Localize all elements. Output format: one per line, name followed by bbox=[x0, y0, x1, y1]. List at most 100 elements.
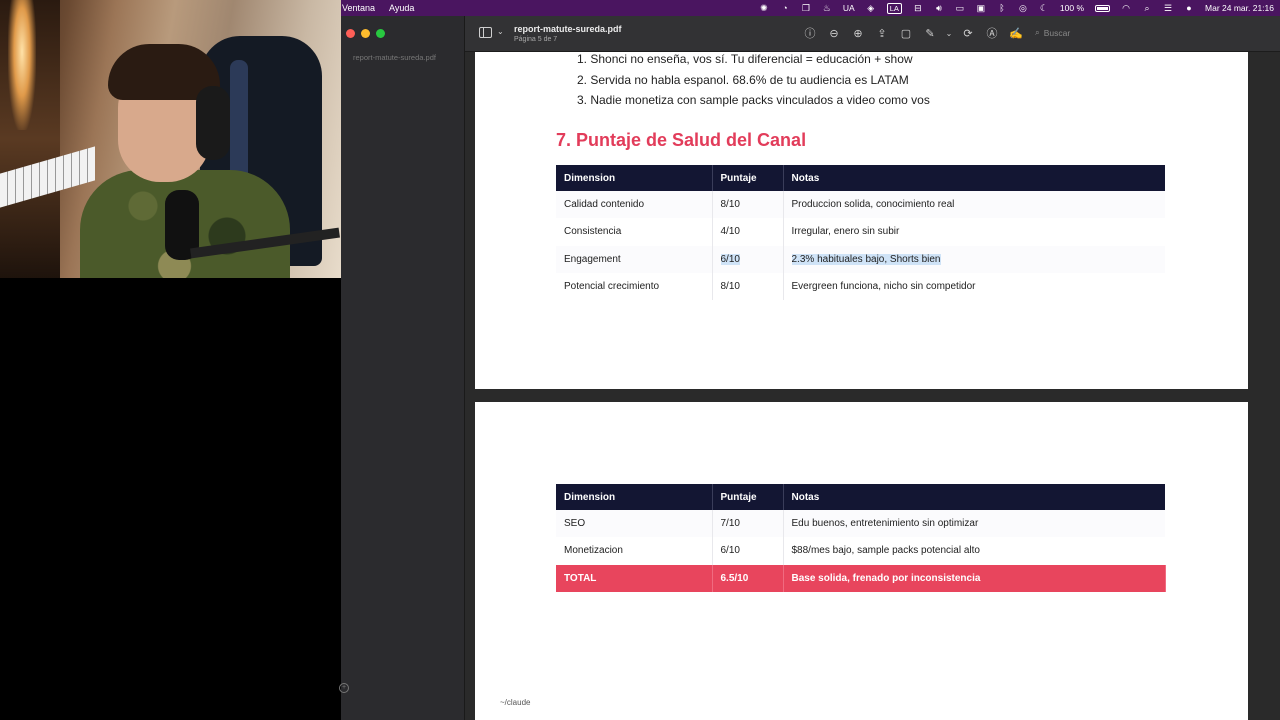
pdf-page-6: Dimension Puntaje Notas SEO 7/10 Edu bue… bbox=[475, 402, 1248, 720]
webcam-headphones bbox=[196, 86, 230, 160]
zoom-out-icon[interactable]: ⊖ bbox=[822, 24, 846, 44]
document-title: report-matute-sureda.pdf bbox=[514, 24, 622, 34]
menu-ventana[interactable]: Ventana bbox=[341, 3, 382, 13]
sidebar-toggle-icon[interactable] bbox=[479, 27, 492, 38]
numbered-list: 1. Shonci no enseña, vos sí. Tu diferenc… bbox=[577, 52, 930, 111]
section-heading: 7. Puntaje de Salud del Canal bbox=[556, 130, 807, 150]
table-cell: 2.3% habituales bajo, Shorts bien bbox=[783, 245, 1165, 273]
document-area[interactable]: 1. Shonci no enseña, vos sí. Tu diferenc… bbox=[465, 52, 1280, 720]
table-header: Dimension bbox=[556, 484, 713, 510]
table-cell: 4/10 bbox=[712, 218, 784, 246]
table-row: Monetizacion 6/10 $88/mes bajo, sample p… bbox=[556, 537, 1165, 565]
table-header-row: Dimension Puntaje Notas bbox=[556, 165, 1165, 191]
table-cell: 6/10 bbox=[712, 245, 784, 273]
sidebar-document-label[interactable]: report-matute-sureda.pdf bbox=[353, 53, 436, 62]
total-row: TOTAL 6.5/10 Base solida, frenado por in… bbox=[556, 564, 1166, 592]
list-item: 3. Nadie monetiza con sample packs vincu… bbox=[577, 93, 930, 107]
menu-bar-status: ✺ ◔ ❐ ♨ UA ◈ LA ⊟ 🔊︎ ▭ ▣ ᛒ ◎ ☾ 100 % ◠ ⌕… bbox=[759, 0, 1274, 16]
markup-icon[interactable]: ✎ bbox=[918, 24, 942, 44]
table-cell: $88/mes bajo, sample packs potencial alt… bbox=[791, 545, 980, 557]
table-cell: TOTAL bbox=[556, 564, 713, 592]
minimize-window-button[interactable] bbox=[361, 29, 370, 38]
share-icon[interactable]: ⇪ bbox=[870, 24, 894, 44]
table-header: Notas bbox=[783, 484, 1165, 510]
table-header: Dimension bbox=[556, 165, 713, 191]
table-cell: Monetizacion bbox=[556, 537, 713, 565]
menu-ayuda[interactable]: Ayuda bbox=[388, 3, 421, 13]
markup-chevron-icon[interactable]: ⌄ bbox=[942, 24, 956, 44]
table-cell: Engagement bbox=[556, 245, 713, 273]
table-cell: Produccion solida, conocimiento real bbox=[783, 191, 1165, 219]
brightness-icon[interactable]: ✺ bbox=[759, 3, 769, 14]
page-indicator: Página 5 de 7 bbox=[514, 36, 558, 43]
preview-window: report-matute-sureda.pdf + ⌄ report-matu… bbox=[339, 16, 1280, 720]
zoom-in-icon[interactable]: ⊕ bbox=[846, 24, 870, 44]
notch-icon[interactable]: ◔ bbox=[780, 3, 790, 13]
table-row: Calidad contenido 8/10 Produccion solida… bbox=[556, 191, 1165, 219]
display-icon[interactable]: ▣ bbox=[976, 3, 986, 14]
input-source-label[interactable]: UA bbox=[843, 3, 855, 13]
table-row: Potencial crecimiento 8/10 Evergreen fun… bbox=[556, 272, 1165, 301]
highlight-icon[interactable]: ▢ bbox=[894, 24, 918, 44]
chevron-down-icon[interactable]: ⌄ bbox=[497, 27, 504, 36]
table-cell: 6/10 bbox=[712, 537, 784, 565]
table-row: Engagement 6/10 2.3% habituales bajo, Sh… bbox=[556, 245, 1165, 273]
table-header: Puntaje bbox=[712, 484, 784, 510]
table-cell: Edu buenos, entretenimiento sin optimiza… bbox=[783, 510, 1165, 538]
search-field[interactable]: ⌕ Buscar bbox=[1035, 27, 1070, 38]
moon-icon[interactable]: ☾ bbox=[1039, 3, 1049, 14]
webcam-overlay bbox=[0, 0, 341, 278]
table-header: Puntaje bbox=[712, 165, 784, 191]
volume-icon[interactable]: 🔊︎ bbox=[934, 3, 944, 14]
table-cell: SEO bbox=[556, 510, 713, 538]
bluetooth-icon[interactable]: ᛒ bbox=[997, 3, 1007, 13]
list-item: 1. Shonci no enseña, vos sí. Tu diferenc… bbox=[577, 52, 913, 66]
table-row: SEO 7/10 Edu buenos, entretenimiento sin… bbox=[556, 510, 1165, 538]
table-cell: Consistencia bbox=[556, 218, 713, 246]
wifi-icon[interactable]: ◠ bbox=[1121, 3, 1131, 14]
info-icon[interactable]: ⓘ bbox=[798, 24, 822, 44]
table-cell: 6.5/10 bbox=[712, 564, 784, 592]
thumbnail-sidebar: report-matute-sureda.pdf + bbox=[339, 16, 465, 720]
terminal-path-hint: ~/claude bbox=[500, 698, 531, 707]
flame-icon[interactable]: ♨ bbox=[822, 3, 832, 14]
battery-icon[interactable] bbox=[1095, 4, 1111, 12]
table-cell: Base solida, frenado por inconsistencia bbox=[783, 564, 1166, 592]
menu-bar-clock[interactable]: Mar 24 mar. 21:16 bbox=[1205, 3, 1274, 13]
table-cell: Potencial crecimiento bbox=[556, 272, 713, 301]
selected-text[interactable]: 6/10 bbox=[720, 253, 740, 265]
table-cell: 8/10 bbox=[712, 191, 784, 219]
close-window-button[interactable] bbox=[346, 29, 355, 38]
zoom-window-button[interactable] bbox=[376, 29, 385, 38]
table-header: Notas bbox=[783, 165, 1165, 191]
rotate-icon[interactable]: ⟳ bbox=[956, 24, 980, 44]
control-center-icon[interactable]: ☰ bbox=[1163, 3, 1173, 14]
window-controls bbox=[346, 29, 385, 38]
clipboard-icon[interactable]: ❐ bbox=[801, 3, 811, 14]
vpn-icon[interactable]: ◈ bbox=[866, 3, 876, 14]
siri-icon[interactable]: ● bbox=[1184, 3, 1194, 13]
signature-icon[interactable]: ✍ bbox=[1004, 24, 1028, 44]
table-cell: 8/10 bbox=[712, 272, 784, 301]
window-icon[interactable]: ▭ bbox=[955, 3, 965, 14]
battery-percent[interactable]: 100 % bbox=[1060, 3, 1084, 13]
menu-bar: Ventana Ayuda ✺ ◔ ❐ ♨ UA ◈ LA ⊟ 🔊︎ ▭ ▣ ᛒ… bbox=[341, 0, 1280, 16]
toolbar: ⌄ report-matute-sureda.pdf Página 5 de 7… bbox=[465, 16, 1280, 52]
keyboard-layout-badge[interactable]: LA bbox=[886, 2, 902, 14]
airdrop-icon[interactable]: ◎ bbox=[1018, 3, 1028, 14]
pdf-page-5: 1. Shonci no enseña, vos sí. Tu diferenc… bbox=[475, 52, 1248, 389]
lock-icon[interactable]: ⊟ bbox=[913, 3, 923, 14]
health-score-table-continued: Dimension Puntaje Notas SEO 7/10 Edu bue… bbox=[556, 484, 1166, 592]
annotate-icon[interactable]: Ⓐ bbox=[980, 24, 1004, 44]
health-score-table: Dimension Puntaje Notas Calidad contenid… bbox=[556, 165, 1165, 301]
selected-text[interactable]: 2.3% habituales bajo, Shorts bien bbox=[791, 253, 941, 265]
search-icon: ⌕ bbox=[1035, 27, 1040, 37]
webcam-lamp bbox=[8, 0, 36, 130]
toolbar-tools: ⓘ ⊖ ⊕ ⇪ ▢ ✎ ⌄ ⟳ Ⓐ ✍ bbox=[798, 24, 1028, 44]
add-icon[interactable]: + bbox=[339, 683, 349, 693]
list-item: 2. Servida no habla espanol. 68.6% de tu… bbox=[577, 72, 909, 87]
search-placeholder: Buscar bbox=[1043, 27, 1071, 38]
spotlight-icon[interactable]: ⌕ bbox=[1142, 3, 1152, 14]
table-header-row: Dimension Puntaje Notas bbox=[556, 484, 1165, 510]
table-row: Consistencia 4/10 Irregular, enero sin s… bbox=[556, 218, 1165, 246]
